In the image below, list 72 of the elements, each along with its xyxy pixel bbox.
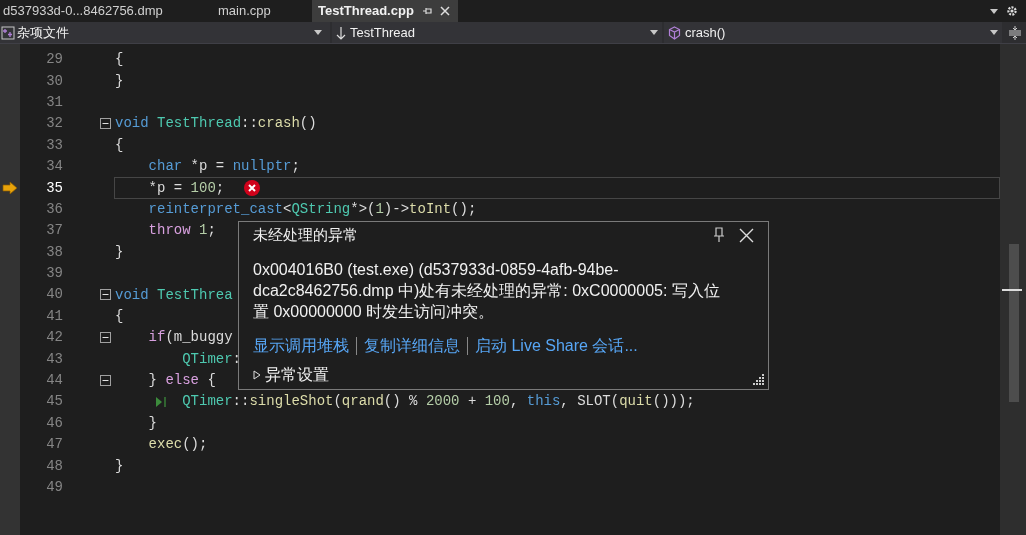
code-line: { <box>115 135 124 155</box>
code-line: char *p = nullptr; <box>148 157 300 177</box>
code-line: void TestThrea <box>115 285 233 305</box>
code-line: } <box>115 71 124 91</box>
close-icon[interactable] <box>739 227 754 243</box>
settings-icon[interactable] <box>1006 5 1018 17</box>
popup-link[interactable]: 复制详细信息 <box>364 334 460 358</box>
close-icon[interactable] <box>439 6 450 16</box>
line-number: 40 <box>45 285 63 305</box>
line-number: 36 <box>45 199 63 219</box>
code-line: } <box>148 413 157 433</box>
code-line: } else { <box>148 371 216 391</box>
code-line: void TestThread::crash() <box>115 114 317 134</box>
code-line: { <box>115 50 124 70</box>
exception-settings-expander[interactable]: 异常设置 <box>253 363 329 387</box>
code-line: { <box>115 306 124 326</box>
line-number: 47 <box>45 435 63 455</box>
line-number: 32 <box>45 114 63 134</box>
code-line: QTimer::singleShot(qrand() % 2000 + 100, this, SLOT(quit())); <box>182 392 695 412</box>
exception-message: 0x004016B0 (test.exe) (d537933d-0859-4afb-94be-dca2c8462756.dmp 中)处有未经处理的异常: 0xC0000005: 写入位置 0x00000000 时发生访问冲突。 <box>253 260 721 322</box>
code-line: *p = 100; <box>148 178 225 198</box>
dropdown-caret-icon <box>990 8 998 14</box>
code-line: } <box>115 242 124 262</box>
collapse-icon[interactable] <box>100 118 111 130</box>
line-number: 48 <box>45 456 63 476</box>
line-number: 44 <box>45 371 63 391</box>
pin-icon[interactable] <box>713 227 725 243</box>
scrollbar[interactable] <box>1000 44 1026 535</box>
line-number: 38 <box>45 242 63 262</box>
files-icon <box>1 25 15 40</box>
cube-icon <box>668 25 681 40</box>
code-line: exec(); <box>148 435 208 455</box>
line-number: 41 <box>45 306 63 326</box>
line-number: 29 <box>45 50 63 70</box>
code-line: } <box>115 456 124 476</box>
resize-grip-icon[interactable] <box>751 372 765 386</box>
line-number: 45 <box>45 392 63 412</box>
scope-dropdown[interactable]: TestThread <box>332 22 662 43</box>
editor-tab[interactable]: TestThread.cpp <box>312 0 458 22</box>
run-to-click-icon[interactable] <box>155 396 167 409</box>
dropdown-caret-icon <box>650 30 658 35</box>
code-line: if(m_buggy <box>148 328 233 348</box>
dropdown-caret-icon <box>990 30 998 35</box>
collapse-icon[interactable] <box>100 289 111 301</box>
editor-tab[interactable]: d537933d-0...8462756.dmp <box>0 0 206 22</box>
line-number: 31 <box>45 92 63 112</box>
line-number: 34 <box>45 157 63 177</box>
line-number: 39 <box>45 264 63 284</box>
line-number: 33 <box>45 135 63 155</box>
current-statement-arrow-icon <box>2 181 18 196</box>
collapse-icon[interactable] <box>100 375 111 387</box>
code-line: throw 1; <box>148 221 216 241</box>
expand-icon <box>253 370 261 380</box>
project-dropdown[interactable]: 杂项文件 <box>0 22 330 43</box>
line-number: 37 <box>45 221 63 241</box>
popup-link[interactable]: 启动 Live Share 会话... <box>475 334 638 358</box>
code-line: reinterpret_cast<QString*>(1)->toInt(); <box>148 199 477 219</box>
line-number: 49 <box>45 478 63 497</box>
member-dropdown[interactable]: crash() <box>664 22 1002 43</box>
line-number: 46 <box>45 413 63 433</box>
dropdown-caret-icon <box>314 30 322 35</box>
pin-icon[interactable] <box>421 6 432 16</box>
line-number: 35 <box>45 178 63 198</box>
arrow-down-icon <box>336 25 346 40</box>
line-number: 30 <box>45 71 63 91</box>
line-number: 42 <box>45 328 63 348</box>
editor-tab[interactable]: main.cpp <box>206 0 312 22</box>
code-line: QTimer: <box>182 349 241 369</box>
popup-link[interactable]: 显示调用堆栈 <box>253 334 349 358</box>
line-number: 43 <box>45 349 63 369</box>
popup-title: 未经处理的异常 <box>253 224 359 245</box>
collapse-icon[interactable] <box>100 332 111 344</box>
